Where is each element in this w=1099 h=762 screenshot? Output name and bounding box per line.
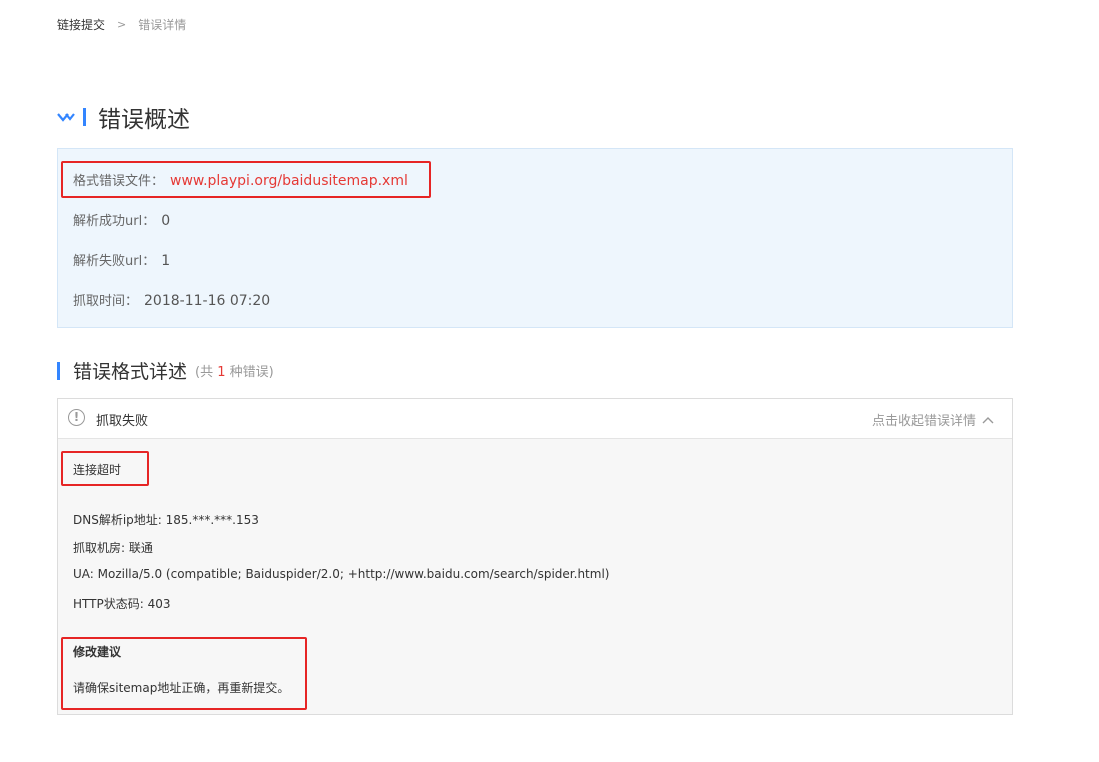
collapse-details-label: 点击收起错误详情 [871,414,976,429]
user-agent-line: UA: Mozilla/5.0 (compatible; Baiduspider… [73,567,610,581]
highlight-box-file [61,161,431,198]
highlight-box-suggestion [61,637,307,710]
highlight-box-reason [61,451,149,486]
parse-success-value: 0 [161,213,171,229]
checkmark-logo-icon [57,113,75,122]
error-type-name: 抓取失败 [96,414,149,429]
details-title: 错误格式详述 [73,361,188,383]
page-title: 错误概述 [98,107,190,133]
exclamation-circle-icon: ! [68,409,85,426]
error-count: (共 1 种错误) [195,361,274,380]
title-accent-bar [83,108,86,126]
overview-heading: 错误概述 [57,100,190,134]
crawl-time-label: 抓取时间： [73,294,139,309]
chevron-up-icon [982,416,994,423]
http-status-line: HTTP状态码: 403 [73,597,171,611]
breadcrumb: 链接提交 > 错误详情 [57,16,186,33]
parse-fail-row: 解析失败url： 1 [73,250,170,269]
breadcrumb-current: 错误详情 [138,18,187,32]
parse-success-row: 解析成功url： 0 [73,210,170,229]
error-panel-header[interactable]: ! 抓取失败 点击收起错误详情 [58,399,1012,439]
error-details-heading: 错误格式详述 (共 1 种错误) [57,357,274,384]
error-count-suffix: 种错误) [229,365,274,380]
collapse-details-toggle[interactable]: 点击收起错误详情 [872,410,994,429]
error-count-prefix: (共 [195,365,214,380]
dns-ip-line: DNS解析ip地址: 185.***.***.153 [73,513,259,527]
parse-success-label: 解析成功url： [73,214,156,229]
breadcrumb-separator: > [117,18,127,31]
parse-fail-label: 解析失败url： [73,254,156,269]
error-count-number: 1 [217,365,226,380]
breadcrumb-link-submit[interactable]: 链接提交 [57,16,105,33]
title-accent-bar [57,361,60,380]
crawl-room-line: 抓取机房: 联通 [73,541,153,555]
crawl-time-row: 抓取时间： 2018-11-16 07:20 [73,290,270,309]
crawl-time-value: 2018-11-16 07:20 [144,293,271,309]
parse-fail-value: 1 [161,253,171,269]
